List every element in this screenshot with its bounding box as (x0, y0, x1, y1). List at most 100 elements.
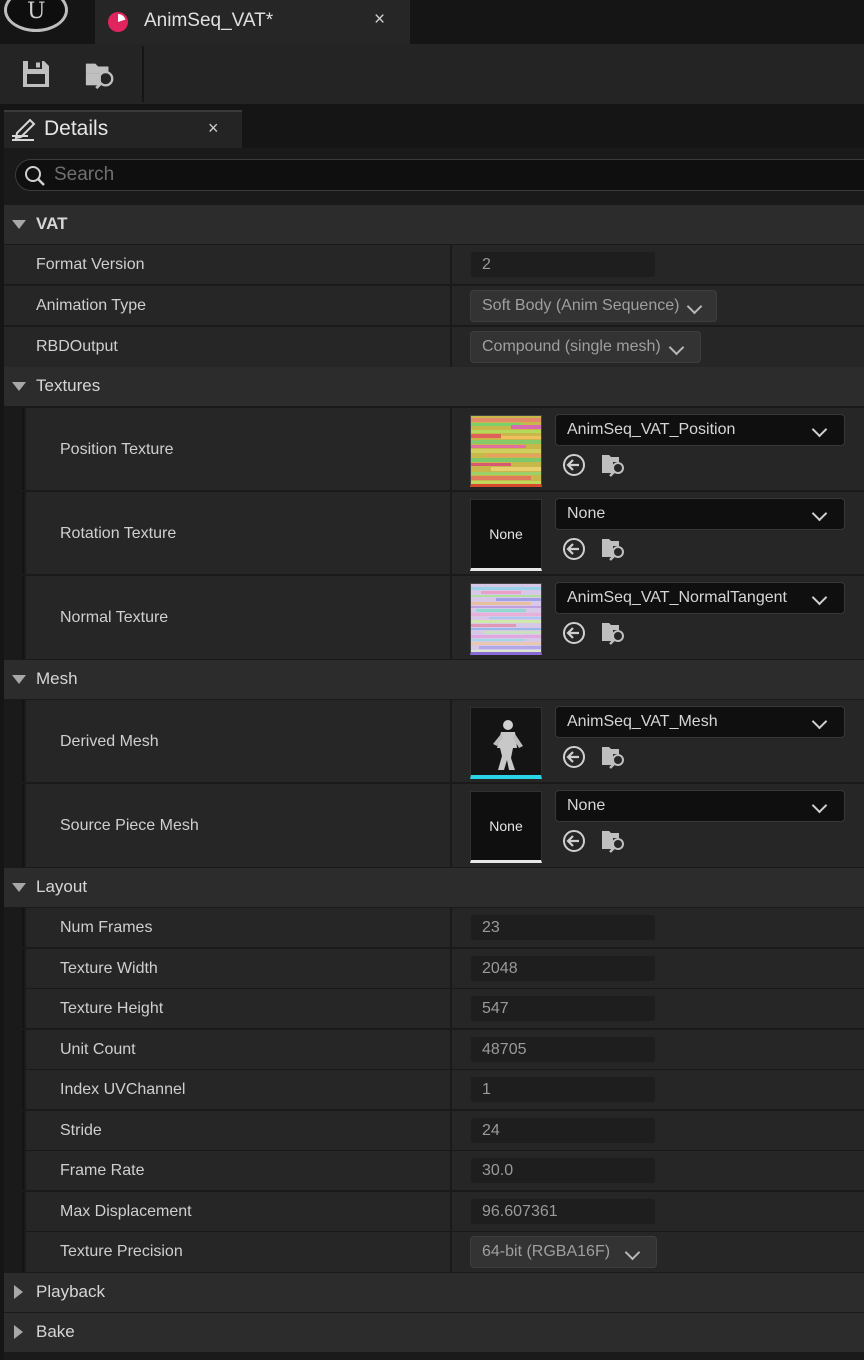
normal-texture-picker[interactable]: AnimSeq_VAT_NormalTangent (555, 582, 845, 614)
details-tab-title: Details (44, 117, 109, 140)
rotation-texture-thumbnail[interactable]: None (470, 499, 542, 571)
save-icon[interactable] (20, 58, 52, 90)
property-row-unit-count: Unit Count 48705 (4, 1030, 864, 1070)
character-mesh-icon (493, 720, 523, 770)
animation-type-dropdown[interactable]: Soft Body (Anim Sequence) (470, 290, 717, 322)
close-details-icon[interactable]: × (208, 118, 219, 139)
max-displacement-field[interactable]: 96.607361 (470, 1198, 656, 1225)
property-label: Derived Mesh (60, 732, 159, 750)
property-row-frame-rate: Frame Rate 30.0 (4, 1151, 864, 1191)
chevron-down-icon (811, 713, 828, 730)
category-mesh[interactable]: Mesh (4, 660, 864, 699)
use-selected-asset-icon[interactable] (561, 828, 587, 854)
property-row-stride: Stride 24 (4, 1111, 864, 1151)
category-playback[interactable]: Playback (4, 1273, 864, 1312)
details-tab[interactable]: Details × (4, 110, 242, 148)
property-label: Unit Count (60, 1041, 136, 1058)
chevron-down-icon (811, 421, 828, 438)
texture-width-field[interactable]: 2048 (470, 955, 656, 982)
use-selected-asset-icon[interactable] (561, 744, 587, 770)
property-row-rbd-output: RBDOutput Compound (single mesh) (4, 327, 864, 367)
category-layout[interactable]: Layout (4, 868, 864, 907)
dropdown-value: Compound (single mesh) (482, 338, 661, 355)
property-row-texture-precision: Texture Precision 64-bit (RGBA16F) (4, 1232, 864, 1272)
dropdown-value: Soft Body (Anim Sequence) (482, 297, 680, 314)
source-piece-mesh-picker[interactable]: None (555, 790, 845, 822)
category-textures[interactable]: Textures (4, 367, 864, 406)
derived-mesh-picker[interactable]: AnimSeq_VAT_Mesh (555, 706, 845, 738)
browse-to-asset-icon[interactable] (600, 744, 626, 770)
property-label: Texture Height (60, 1000, 164, 1017)
index-uv-channel-field[interactable]: 1 (470, 1076, 656, 1103)
property-row-animation-type: Animation Type Soft Body (Anim Sequence) (4, 286, 864, 326)
category-vat[interactable]: VAT (4, 205, 864, 244)
format-version-field[interactable]: 2 (470, 251, 656, 278)
rotation-texture-picker[interactable]: None (555, 498, 845, 530)
document-tab-title: AnimSeq_VAT* (144, 10, 274, 31)
browse-to-asset-icon[interactable] (600, 620, 626, 646)
browse-to-asset-icon[interactable] (600, 452, 626, 478)
frame-rate-field[interactable]: 30.0 (470, 1157, 656, 1184)
expand-arrow-icon (14, 1325, 23, 1339)
expand-arrow-icon (12, 220, 26, 229)
position-texture-thumbnail[interactable] (470, 415, 542, 487)
texture-height-field[interactable]: 547 (470, 995, 656, 1022)
chevron-down-icon (624, 1244, 641, 1261)
source-piece-mesh-thumbnail[interactable]: None (470, 791, 542, 863)
expand-arrow-icon (12, 675, 26, 684)
category-label: Textures (36, 376, 101, 395)
chevron-down-icon (811, 505, 828, 522)
property-row-max-displacement: Max Displacement 96.607361 (4, 1192, 864, 1232)
property-label: Format Version (36, 256, 145, 273)
browse-to-asset-icon[interactable] (600, 536, 626, 562)
category-label: Playback (36, 1282, 105, 1301)
expand-arrow-icon (12, 382, 26, 391)
asset-picker-value: None (567, 505, 606, 522)
document-tab[interactable]: AnimSeq_VAT* × (95, 0, 410, 44)
property-row-derived-mesh: Derived Mesh AnimSeq_VAT_Mesh (4, 700, 864, 783)
anim-sequence-icon (108, 12, 128, 32)
search-input[interactable] (54, 162, 834, 188)
use-selected-asset-icon[interactable] (561, 620, 587, 646)
derived-mesh-thumbnail[interactable] (470, 707, 542, 779)
property-row-texture-height: Texture Height 547 (4, 989, 864, 1029)
property-label: Position Texture (60, 440, 174, 458)
property-label: Animation Type (36, 297, 146, 314)
use-selected-asset-icon[interactable] (561, 452, 587, 478)
property-label: Rotation Texture (60, 524, 177, 542)
chevron-down-icon (686, 298, 703, 315)
browse-to-asset-icon[interactable] (84, 58, 116, 90)
asset-picker-value: AnimSeq_VAT_Position (567, 421, 736, 438)
use-selected-asset-icon[interactable] (561, 536, 587, 562)
property-row-num-frames: Num Frames 23 (4, 908, 864, 948)
texture-precision-dropdown[interactable]: 64-bit (RGBA16F) (470, 1236, 657, 1268)
category-label: VAT (36, 214, 68, 233)
details-panel-icon (12, 118, 36, 141)
stride-field[interactable]: 24 (470, 1117, 656, 1144)
thumbnail-none-label: None (489, 818, 523, 834)
property-row-index-uv-channel: Index UVChannel 1 (4, 1070, 864, 1110)
property-row-position-texture: Position Texture AnimSeq_VAT_Position (4, 408, 864, 491)
rbd-output-dropdown[interactable]: Compound (single mesh) (470, 331, 701, 363)
property-row-source-piece-mesh: Source Piece Mesh None None (4, 784, 864, 867)
search-bar[interactable] (15, 159, 864, 191)
property-row-format-version: Format Version 2 (4, 245, 864, 285)
position-texture-picker[interactable]: AnimSeq_VAT_Position (555, 414, 845, 446)
category-label: Layout (36, 877, 88, 896)
browse-to-asset-icon[interactable] (600, 828, 626, 854)
close-tab-icon[interactable]: × (374, 9, 385, 31)
num-frames-field[interactable]: 23 (470, 914, 656, 941)
unit-count-field[interactable]: 48705 (470, 1036, 656, 1063)
chevron-down-icon (811, 589, 828, 606)
normal-texture-thumbnail[interactable] (470, 583, 542, 655)
property-label: Num Frames (60, 919, 153, 936)
property-label: Normal Texture (60, 608, 169, 626)
property-row-normal-texture: Normal Texture AnimSeq_VAT_NormalTangent (4, 576, 864, 659)
search-icon (25, 166, 45, 186)
expand-arrow-icon (14, 1285, 23, 1299)
property-label: Texture Precision (60, 1243, 183, 1260)
property-label: Texture Width (60, 960, 158, 977)
thumbnail-none-label: None (489, 526, 523, 542)
property-label: Max Displacement (60, 1203, 192, 1220)
category-bake[interactable]: Bake (4, 1313, 864, 1352)
